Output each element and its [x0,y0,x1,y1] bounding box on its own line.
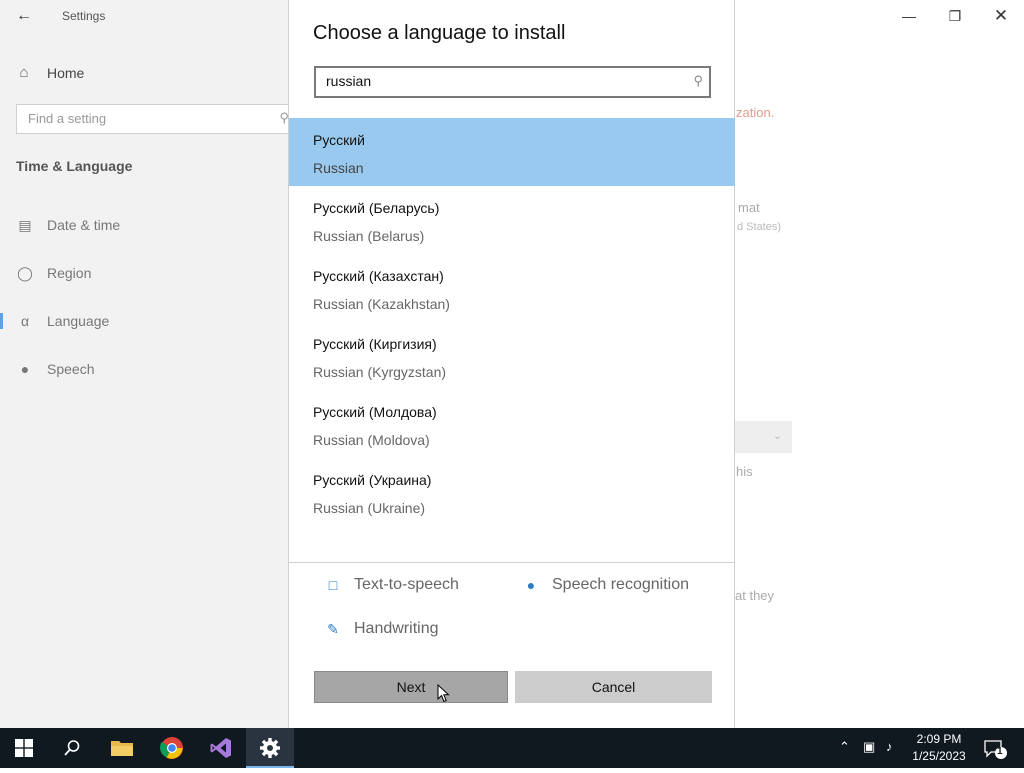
nav-item-language[interactable]: α Language [0,305,289,337]
visual-studio-button[interactable] [197,728,245,768]
network-icon[interactable]: ▣ [863,739,875,755]
chevron-up-icon[interactable]: ⌃ [839,739,850,755]
cancel-button[interactable]: Cancel [515,671,712,703]
folder-icon [111,741,133,756]
choose-language-dialog: Choose a language to install russian ⚲ Р… [288,0,735,728]
windows-start-button[interactable] [0,728,48,768]
language-item[interactable]: Русский (Молдова) Russian (Moldova) [289,390,735,458]
find-setting-placeholder: Find a setting [28,111,107,126]
notification-count: 1 [997,746,1003,757]
feature-speech-recognition: ● Speech recognition [522,576,689,594]
language-native-name: Русский [313,132,365,148]
feature-label: Handwriting [354,620,439,637]
language-english-name: Russian (Moldova) [313,432,430,448]
clock-time: 2:09 PM [916,732,962,746]
nav-item-date-time[interactable]: ▤ Date & time [0,209,289,241]
language-item[interactable]: Русский (Киргизия) Russian (Kyrgyzstan) [289,322,735,390]
search-icon [64,740,80,756]
language-item[interactable]: Русский (Казахстан) Russian (Kazakhstan) [289,254,735,322]
language-search-value: russian [326,73,372,89]
microphone-icon: ● [526,577,536,593]
taskbar-clock[interactable]: 2:09 PM 1/25/2023 [908,731,970,765]
language-english-name: Russian (Kyrgyzstan) [313,364,447,380]
home-label: Home [47,64,85,81]
volume-icon[interactable]: ♪ [886,739,893,754]
globe-icon: ◯ [17,264,33,281]
microphone-icon: ● [20,361,30,377]
minimize-icon[interactable]: — [886,0,932,32]
find-setting-input[interactable]: Find a setting ⚲ [16,104,296,134]
main-text-fragment: his [736,464,753,479]
mouse-cursor-icon [437,684,450,703]
nav-item-region[interactable]: ◯ Region [0,257,289,289]
language-native-name: Русский (Беларусь) [313,200,440,216]
settings-sidebar: ← Settings ⌂ Home Find a setting ⚲ Time … [0,0,296,728]
language-english-name: Russian (Belarus) [313,228,425,244]
notification-center-button[interactable]: 1 [975,728,1024,768]
chrome-button[interactable] [148,728,196,768]
language-english-name: Russian (Ukraine) [313,500,426,516]
back-arrow-icon[interactable]: ← [13,6,35,26]
search-icon: ⚲ [693,73,703,88]
language-english-name: Russian (Kazakhstan) [313,296,450,312]
next-button[interactable]: Next [314,671,508,703]
nav-item-speech[interactable]: ● Speech [0,353,289,385]
handwriting-icon: ✎ [327,620,339,637]
main-text-fragment: mat [738,200,760,215]
language-english-name: Russian [313,160,364,176]
taskbar-search-button[interactable] [48,728,96,768]
nav-label: Language [47,313,110,329]
language-list: Русский Russian Русский (Беларусь) Russi… [289,118,735,526]
main-text-fragment: at they [735,588,775,603]
nav-label: Speech [47,361,95,377]
language-item[interactable]: Русский Russian [289,118,735,186]
close-icon[interactable]: ✕ [978,0,1024,32]
main-text-fragment: zation. [736,105,775,120]
visual-studio-icon [210,738,231,758]
language-item[interactable]: Русский (Украина) Russian (Ukraine) [289,458,735,526]
feature-label: Text-to-speech [354,576,459,593]
settings-taskbar-button[interactable] [246,728,294,768]
home-nav-item[interactable]: ⌂ Home [16,64,84,81]
feature-text-to-speech: □ Text-to-speech [324,576,459,594]
language-native-name: Русский (Украина) [313,472,432,488]
language-icon: α [20,313,30,329]
divider [289,562,735,563]
chrome-icon [160,737,183,759]
home-icon: ⌂ [19,64,29,81]
taskbar: ⌃ ▣ ♪ 2:09 PM 1/25/2023 1 [0,728,1024,768]
file-explorer-button[interactable] [98,728,146,768]
date-time-icon: ▤ [18,216,32,233]
feature-label: Speech recognition [552,576,689,593]
app-title: Settings [62,9,106,23]
language-search-input[interactable]: russian ⚲ [314,66,711,98]
language-native-name: Русский (Киргизия) [313,336,437,352]
clock-date: 1/25/2023 [912,749,966,763]
nav-label: Region [47,265,92,281]
text-to-speech-icon: □ [328,577,338,593]
nav-label: Date & time [47,217,121,233]
section-title: Time & Language [16,158,133,174]
feature-handwriting: ✎ Handwriting [324,620,438,638]
gear-icon [260,738,280,758]
dialog-title: Choose a language to install [313,22,566,44]
dropdown-fragment[interactable]: ⌄ [735,421,792,453]
main-text-fragment: d States) [737,221,782,233]
chevron-down-icon: ⌄ [772,430,782,442]
language-native-name: Русский (Молдова) [313,404,437,420]
windows-logo-icon [15,739,33,757]
language-native-name: Русский (Казахстан) [313,268,444,284]
language-item[interactable]: Русский (Беларусь) Russian (Belarus) [289,186,735,254]
restore-icon[interactable]: ❐ [932,0,978,32]
